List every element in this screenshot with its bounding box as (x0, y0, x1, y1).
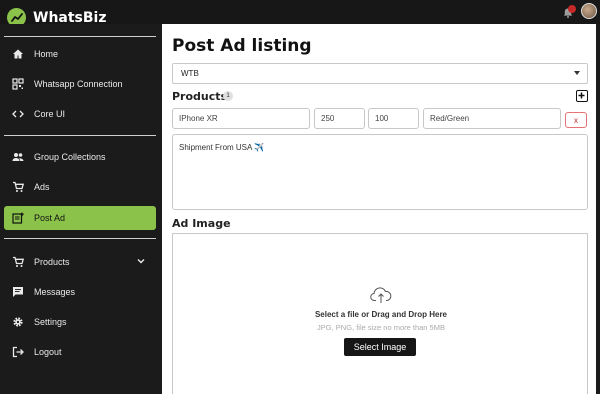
sidebar-item-post-ad[interactable]: Post Ad (4, 206, 156, 230)
sidebar-item-label: Ads (34, 182, 50, 192)
people-icon (12, 151, 24, 163)
dropzone-title: Select a file or Drag and Drop Here (314, 310, 448, 319)
page-title: Post Ad listing (172, 36, 312, 56)
product-variant-field[interactable]: Red/Green (423, 108, 561, 129)
code-icon (12, 108, 24, 120)
sidebar: Home Whatsapp Connection Core UI Group C… (0, 24, 160, 394)
caret-down-icon (574, 71, 580, 75)
divider (4, 135, 156, 136)
gear-icon (12, 316, 24, 328)
select-image-button[interactable]: Select Image (344, 338, 416, 356)
sidebar-item-label: Post Ad (34, 213, 66, 223)
logout-icon (12, 346, 24, 358)
sidebar-item-products[interactable]: Products (4, 250, 156, 274)
chevron-down-icon[interactable] (136, 256, 146, 268)
product-name-field[interactable]: IPhone XR (172, 108, 310, 129)
page-edge (596, 24, 600, 394)
cart-icon (12, 181, 24, 193)
sidebar-item-group-collections[interactable]: Group Collections (4, 145, 156, 169)
cloud-upload-icon (370, 287, 392, 303)
sidebar-item-settings[interactable]: Settings (4, 310, 156, 334)
sidebar-item-ads[interactable]: Ads (4, 175, 156, 199)
sidebar-item-label: Messages (34, 287, 76, 297)
divider (4, 238, 156, 239)
products-count-badge: 1 (223, 91, 233, 101)
divider (4, 36, 156, 37)
plus-icon (578, 92, 585, 99)
notification-bell-icon[interactable] (562, 5, 576, 18)
sidebar-item-label: Logout (34, 347, 62, 357)
ad-type-select[interactable]: WTB (172, 63, 588, 84)
cart-icon (12, 256, 24, 268)
ad-image-label: Ad Image (172, 217, 231, 230)
sidebar-item-core-ui[interactable]: Core UI (4, 102, 156, 126)
sidebar-item-whatsapp-connection[interactable]: Whatsapp Connection (4, 72, 156, 96)
sidebar-item-logout[interactable]: Logout (4, 340, 156, 364)
home-icon (12, 48, 24, 60)
sidebar-item-label: Products (34, 257, 70, 267)
remove-product-button[interactable]: x (565, 112, 587, 128)
sidebar-item-messages[interactable]: Messages (4, 280, 156, 304)
sidebar-item-label: Whatsapp Connection (34, 79, 123, 89)
product-quantity-field[interactable]: 250 (314, 108, 365, 129)
qr-code-icon (12, 78, 24, 90)
sidebar-item-label: Home (34, 49, 59, 59)
sidebar-item-home[interactable]: Home (4, 42, 156, 66)
ad-type-value: WTB (181, 69, 199, 78)
notification-badge (568, 5, 576, 13)
sidebar-item-label: Group Collections (34, 152, 106, 162)
post-add-icon (12, 212, 24, 224)
avatar[interactable] (581, 3, 597, 19)
message-icon (12, 286, 24, 298)
main-panel: Post Ad listing WTB Products 1 IPhone XR… (162, 24, 596, 394)
product-price-field[interactable]: 100 (368, 108, 419, 129)
description-textarea[interactable]: Shipment From USA ✈️ (172, 134, 588, 210)
sidebar-item-label: Core UI (34, 109, 66, 119)
dropzone-subtitle: JPG, PNG, file size no more than 5MB (317, 323, 445, 332)
image-dropzone[interactable]: Select a file or Drag and Drop Here JPG,… (172, 233, 588, 394)
sidebar-item-label: Settings (34, 317, 67, 327)
add-product-button[interactable] (576, 90, 588, 102)
products-label: Products (172, 90, 228, 103)
